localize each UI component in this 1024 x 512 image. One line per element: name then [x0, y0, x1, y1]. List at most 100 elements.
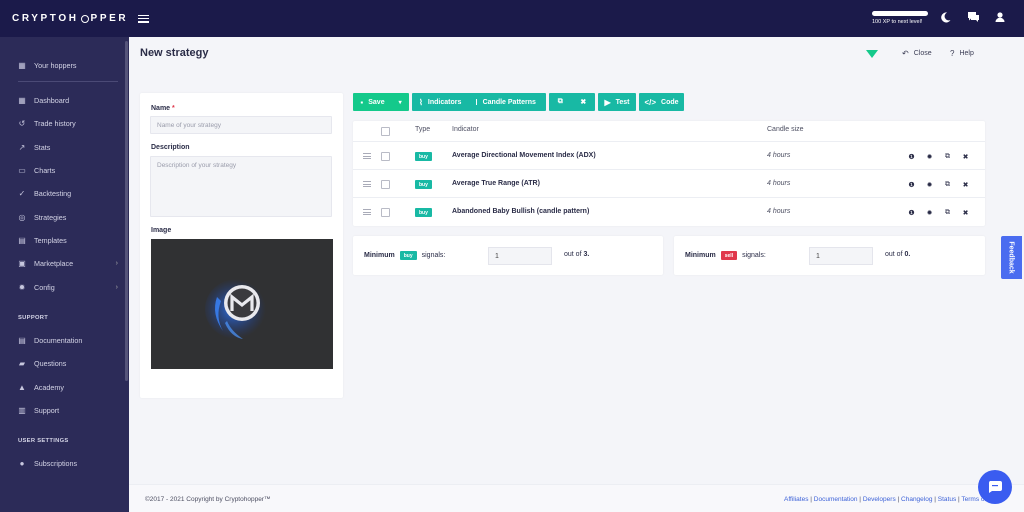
messages-icon[interactable] [968, 12, 979, 25]
sell-badge: sell [720, 251, 738, 260]
strategy-image[interactable] [151, 239, 333, 369]
row-checkbox[interactable] [381, 208, 390, 217]
footer-link-status[interactable]: Status [938, 496, 956, 503]
templates-icon: ▤ [18, 235, 26, 245]
min-buy-signals-input[interactable] [488, 247, 552, 265]
copy-icon[interactable]: ⧉ [941, 206, 954, 219]
sidebar-item-charts[interactable]: ▭ Charts [18, 164, 118, 176]
type-badge: buy [415, 208, 432, 217]
dashboard-icon: ▦ [18, 95, 26, 105]
sidebar-item-your-hoppers[interactable]: ▦ Your hoppers [18, 59, 118, 71]
info-icon[interactable]: ❶ [905, 206, 918, 219]
row-checkbox[interactable] [381, 152, 390, 161]
gear-icon[interactable]: ✹ [923, 178, 936, 191]
sidebar-item-backtesting[interactable]: ✓ Backtesting [18, 187, 118, 199]
buy-signals-label: Minimum buy signals: [364, 251, 446, 260]
diamond-icon[interactable] [866, 50, 878, 58]
support-icon: ▥ [18, 405, 26, 415]
sidebar-item-strategies[interactable]: ◎ Strategies [18, 211, 118, 223]
footer-link-documentation[interactable]: Documentation [814, 496, 858, 503]
sidebar-item-config[interactable]: ✹ Config › [18, 281, 118, 293]
save-button[interactable]: ▪ Save ▾ [353, 93, 409, 111]
column-type: Type [415, 126, 431, 133]
sell-signals-label: Minimum sell signals: [685, 251, 766, 260]
copy-icon[interactable]: ⧉ [558, 98, 563, 106]
type-badge: buy [415, 180, 432, 189]
backtesting-icon: ✓ [18, 188, 26, 198]
candle-patterns-button[interactable]: ǀ Candle Patterns [475, 98, 536, 107]
footer-link-affiliates[interactable]: Affiliates [784, 496, 808, 503]
sidebar-item-documentation[interactable]: ▤ Documentation [18, 334, 118, 346]
sidebar-item-support[interactable]: ▥ Support [18, 404, 118, 416]
save-icon: ▪ [360, 97, 364, 107]
buy-badge: buy [399, 251, 417, 260]
feedback-tab[interactable]: Feedback [1001, 236, 1022, 279]
undo-icon: ↶ [902, 49, 909, 58]
column-candle-size: Candle size [767, 126, 804, 133]
grid-icon: ▦ [18, 60, 26, 70]
page-title: New strategy [140, 47, 209, 59]
select-all-checkbox[interactable] [381, 127, 390, 136]
xp-bar [872, 11, 928, 16]
row-checkbox[interactable] [381, 180, 390, 189]
xp-text: 100 XP to next level! [872, 19, 923, 25]
column-indicator: Indicator [452, 126, 479, 133]
sidebar: ▦ Your hoppers ▦ Dashboard ↺ Trade histo… [0, 37, 129, 512]
footer-link-changelog[interactable]: Changelog [901, 496, 932, 503]
drag-handle-icon[interactable] [363, 153, 371, 159]
min-sell-signals-input[interactable] [809, 247, 873, 265]
sidebar-item-dashboard[interactable]: ▦ Dashboard [18, 94, 118, 106]
sell-signals-total: out of 0. [885, 251, 911, 258]
help-link[interactable]: ? Help [950, 49, 974, 58]
info-icon[interactable]: ❶ [905, 178, 918, 191]
sidebar-item-questions[interactable]: ▰ Questions [18, 357, 118, 369]
sidebar-item-templates[interactable]: ▤ Templates [18, 234, 118, 246]
moon-icon[interactable] [941, 12, 951, 26]
academy-icon: ▲ [18, 382, 26, 392]
sidebar-item-stats[interactable]: ↗ Stats [18, 141, 118, 153]
gear-icon[interactable]: ✹ [923, 206, 936, 219]
description-label: Description [151, 144, 190, 151]
logo[interactable]: CRYPTOH PPER [12, 13, 132, 24]
code-button[interactable]: </> Code [639, 93, 684, 111]
line-chart-icon: ⌇ [419, 97, 423, 107]
strategies-icon: ◎ [18, 212, 26, 222]
footer-link-developers[interactable]: Developers [863, 496, 896, 503]
close-link[interactable]: ↶ Close [902, 49, 932, 58]
buy-signals-total: out of 3. [564, 251, 590, 258]
gear-icon[interactable]: ✹ [923, 150, 936, 163]
delete-icon[interactable]: ✖ [959, 178, 972, 191]
test-button[interactable]: ▶ Test [598, 93, 636, 111]
name-label: Name * [151, 105, 175, 112]
info-icon[interactable]: ❶ [905, 150, 918, 163]
chevron-down-icon[interactable]: ▾ [399, 99, 402, 106]
sidebar-item-subscriptions[interactable]: ● Subscriptions [18, 457, 118, 469]
xp-progress[interactable]: 100 XP to next level! [872, 11, 928, 25]
sidebar-item-trade-history[interactable]: ↺ Trade history [18, 117, 118, 129]
strategy-form-card: Name * Description Image [140, 93, 343, 398]
hamburger-menu-icon[interactable] [138, 14, 149, 23]
top-bar: CRYPTOH PPER 100 XP to next level! [0, 0, 1024, 37]
delete-icon[interactable]: ✖ [959, 206, 972, 219]
sidebar-scrollbar[interactable] [125, 41, 128, 381]
delete-icon[interactable]: ✖ [959, 150, 972, 163]
copy-icon[interactable]: ⧉ [941, 178, 954, 191]
chat-button[interactable] [978, 470, 1012, 504]
marketplace-icon: ▣ [18, 258, 26, 268]
sidebar-item-marketplace[interactable]: ▣ Marketplace › [18, 257, 118, 269]
indicators-button[interactable]: ⌇ Indicators [419, 98, 461, 107]
subscriptions-icon: ● [19, 458, 25, 468]
logo-text-end: PPER [90, 13, 129, 24]
strategy-description-input[interactable] [150, 156, 332, 217]
indicator-table [353, 121, 985, 226]
sidebar-item-academy[interactable]: ▲ Academy [18, 381, 118, 393]
user-icon[interactable] [995, 12, 1005, 25]
charts-icon: ▭ [18, 165, 26, 175]
questions-icon: ▰ [18, 358, 26, 368]
logo-text: CRYPTOH [12, 13, 79, 24]
clear-icon[interactable]: ✖ [580, 98, 586, 106]
drag-handle-icon[interactable] [363, 181, 371, 187]
drag-handle-icon[interactable] [363, 209, 371, 215]
copy-icon[interactable]: ⧉ [941, 150, 954, 163]
strategy-name-input[interactable] [150, 116, 332, 134]
